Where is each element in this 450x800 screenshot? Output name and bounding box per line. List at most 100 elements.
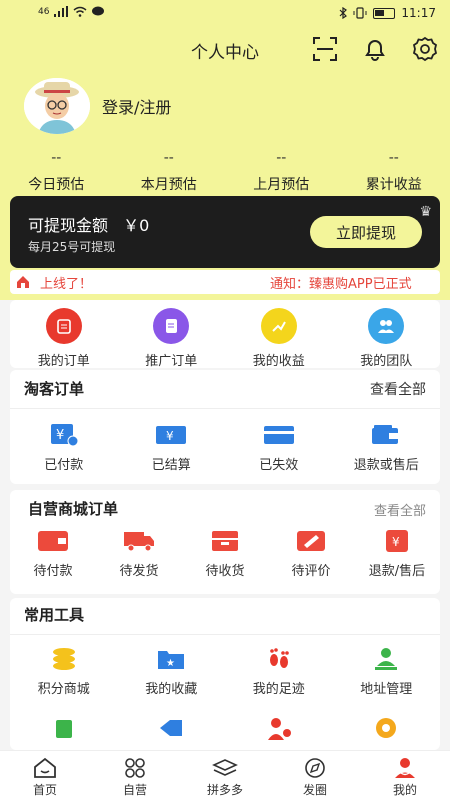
divider [10,408,440,409]
stat-total[interactable]: -- 累计收益 [338,150,450,194]
my-team-button[interactable]: 我的团队 [333,308,441,369]
refund-label: 退款或售后 [353,458,419,473]
scan-icon[interactable] [312,36,338,62]
my-orders-label: 我的订单 [37,354,90,369]
settled-label: 已结算 [151,458,191,473]
tab-home[interactable]: 首页 [0,751,90,800]
withdraw-button[interactable]: 立即提现 [310,216,422,248]
mall-pending-ship-button[interactable]: 待发货 [96,528,182,579]
wifi-icon [73,6,87,17]
grid-icon [125,758,145,778]
taoke-settled-button[interactable]: ¥ 已结算 [118,422,226,473]
mall-refund-label: 退款/售后 [368,564,426,579]
my-orders-button[interactable]: 我的订单 [10,308,118,369]
mall-orders-card: 自营商城订单 查看全部 待付款 待发货 待收货 待评价 ¥ 退款/售后 [10,490,440,594]
orders-icon [45,308,82,344]
home-notice-icon [17,276,29,288]
tab-self[interactable]: 自营 [90,751,180,800]
mall-pending-receive-button[interactable]: 待收货 [182,528,268,579]
avatar[interactable] [24,78,90,134]
login-register-link[interactable]: 登录/注册 [102,94,171,118]
tool-more-1[interactable] [10,716,118,740]
favorites-label: 我的收藏 [145,682,198,697]
team-icon [368,308,405,344]
stat-label: 本月预估 [140,177,197,193]
tab-home-label: 首页 [32,783,57,797]
coins-icon [52,648,75,670]
taoke-paid-button[interactable]: ¥ 已付款 [10,422,118,473]
favorites-button[interactable]: ★ 我的收藏 [118,646,226,697]
svg-text:¥: ¥ [392,535,400,549]
withdrawable-value: ￥0 [123,216,150,235]
my-team-label: 我的团队 [360,354,413,369]
withdraw-schedule: 每月25号可提现 [28,240,116,254]
tab-pinduoduo[interactable]: 拼多多 [180,751,270,800]
pending-ship-label: 待发货 [119,564,159,579]
tab-moments-label: 发圈 [302,783,327,797]
profile-section[interactable]: 登录/注册 [24,78,171,134]
address-label: 地址管理 [360,682,413,697]
clock: 11:17 [401,6,436,20]
notice-bar[interactable]: 上线了！ 通知：臻惠购APP已正式 [10,270,440,294]
promo-orders-button[interactable]: 推广订单 [118,308,226,369]
stat-label: 上月预估 [253,177,310,193]
layers-icon [212,759,238,776]
taoke-orders-card: 淘客订单 查看全部 ¥ 已付款 ¥ 已结算 已失效 退款或售后 [10,370,440,484]
stat-last-month[interactable]: -- 上月预估 [225,150,338,194]
my-earnings-button[interactable]: 我的收益 [225,308,333,369]
earnings-stats: -- 今日预估 -- 本月预估 -- 上月预估 -- 累计收益 [0,150,450,194]
tool-more-3[interactable] [225,716,333,740]
tab-moments[interactable]: 发圈 [270,751,360,800]
tool-more-4[interactable] [333,716,441,740]
mall-pending-payment-button[interactable]: 待付款 [10,528,96,579]
footprint-icon [269,648,289,668]
wallet-icon [38,531,68,551]
tools-title: 常用工具 [24,606,85,624]
document-icon [153,308,190,344]
signal-indicator: 46 [38,6,50,17]
tool-more-2[interactable] [118,716,226,740]
svg-text:¥: ¥ [166,429,174,443]
tab-pinduoduo-label: 拼多多 [206,783,243,797]
taoke-refund-button[interactable]: 退款或售后 [333,422,441,473]
taoke-title: 淘客订单 [24,380,85,398]
bell-icon[interactable] [362,36,388,62]
footprints-button[interactable]: 我的足迹 [225,646,333,697]
stat-today[interactable]: -- 今日预估 [0,150,113,194]
tab-mine[interactable]: 我的 [360,751,450,800]
withdraw-card: 可提现金额 ￥0 每月25号可提现 ♛ 立即提现 [10,196,440,268]
status-bar: 46 11:17 [0,0,450,28]
tab-mine-label: 我的 [392,783,417,797]
stat-value: -- [51,150,62,166]
address-button[interactable]: 地址管理 [333,646,441,697]
stat-value: -- [388,150,399,166]
stat-label: 累计收益 [365,177,422,193]
withdrawable-amount: 可提现金额 ￥0 [28,212,149,236]
mall-refund-button[interactable]: ¥ 退款/售后 [354,528,440,579]
earnings-icon [260,308,297,344]
paid-icon: ¥ [50,424,79,447]
taoke-expired-button[interactable]: 已失效 [225,422,333,473]
edit-icon [297,531,325,551]
footprints-label: 我的足迹 [252,682,305,697]
truck-icon [124,532,154,552]
bluetooth-icon [339,7,348,19]
stat-this-month[interactable]: -- 本月预估 [113,150,226,194]
settings-flower-icon [376,718,397,738]
battery-icon [373,7,396,19]
points-mall-button[interactable]: 积分商城 [10,646,118,697]
my-earnings-label: 我的收益 [252,354,305,369]
taoke-view-all[interactable]: 查看全部 [370,379,426,399]
tools-card: 常用工具 积分商城 ★ 我的收藏 我的足迹 地址管理 [10,598,440,750]
mall-view-all[interactable]: 查看全部 [374,500,426,519]
star-folder-icon: ★ [158,651,185,669]
promo-orders-label: 推广订单 [145,354,198,369]
tab-self-label: 自营 [122,783,147,797]
svg-text:¥: ¥ [56,428,64,443]
points-mall-label: 积分商城 [37,682,90,697]
gear-icon[interactable] [412,36,438,62]
green-grid-icon [55,720,72,738]
pending-payment-label: 待付款 [33,564,73,579]
vibrate-icon [353,7,367,19]
mall-pending-review-button[interactable]: 待评价 [268,528,354,579]
